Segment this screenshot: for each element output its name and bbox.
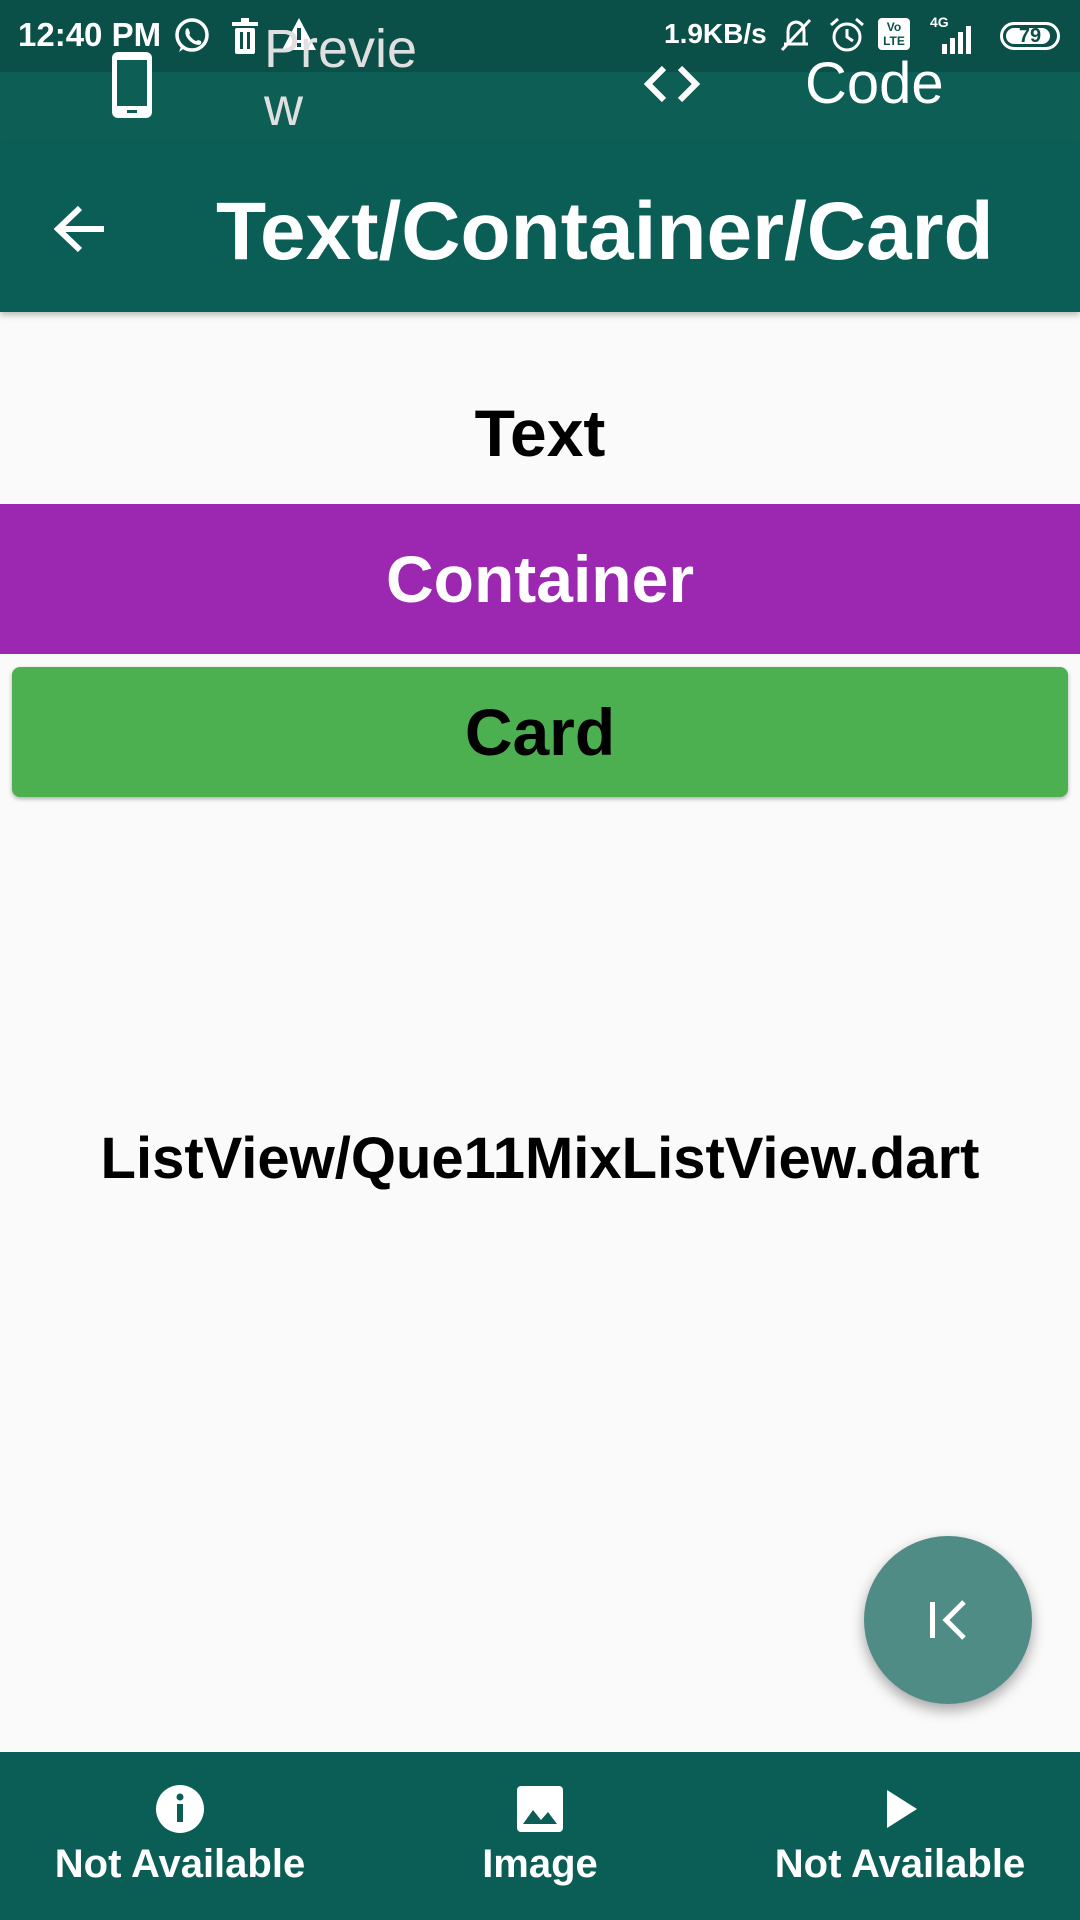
delete-icon <box>232 18 258 54</box>
app-bar: Text/Container/Card <box>0 144 1080 312</box>
back-button[interactable] <box>54 204 108 254</box>
image-icon <box>517 1786 563 1832</box>
info-icon <box>156 1785 204 1833</box>
first-page-fab[interactable] <box>864 1536 1032 1704</box>
nav-item-info[interactable]: Not Available <box>0 1752 360 1920</box>
nav-item-play[interactable]: Not Available <box>720 1752 1080 1920</box>
card-label: Card <box>464 695 616 769</box>
container-widget: Container <box>0 504 1080 654</box>
network-speed: 1.9KB/s <box>664 18 767 49</box>
card-widget: Card <box>12 667 1068 797</box>
bottom-navigation: Not Available Image Not Available <box>0 1752 1080 1920</box>
play-icon <box>887 1790 917 1828</box>
tab-code[interactable]: Code <box>620 51 1020 144</box>
battery-icon: 79 <box>1000 22 1060 50</box>
phone-icon <box>112 52 152 118</box>
nav-item-play-label: Not Available <box>774 1842 1026 1886</box>
container-label: Container <box>385 542 695 616</box>
whatsapp-icon <box>175 18 209 52</box>
file-path-label: ListView/Que11MixListView.dart <box>100 1126 980 1191</box>
first-page-icon <box>930 1600 966 1640</box>
nav-item-info-label: Not Available <box>54 1842 306 1886</box>
battery-level: 79 <box>1018 25 1042 47</box>
nav-item-image-label: Image <box>482 1842 598 1886</box>
page-title: Text/Container/Card <box>216 186 994 277</box>
arrow-back-icon <box>54 205 104 253</box>
nav-item-image[interactable]: Image <box>360 1752 720 1920</box>
tab-preview[interactable]: Preview <box>80 20 480 144</box>
text-widget: Text <box>474 396 606 470</box>
code-brackets-icon <box>643 65 701 103</box>
status-time: 12:40 PM <box>18 16 162 53</box>
tab-bar: Preview Code <box>0 20 1080 144</box>
tab-preview-label: Preview <box>264 19 418 137</box>
tab-code-label: Code <box>805 51 944 116</box>
